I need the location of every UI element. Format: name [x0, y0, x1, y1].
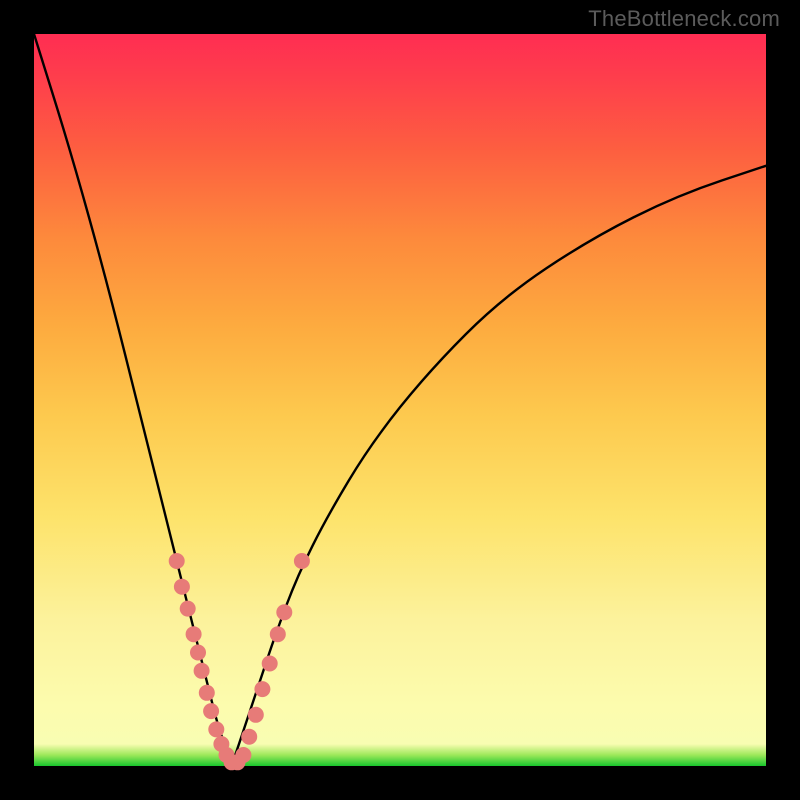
marker-dot [194, 663, 210, 679]
curve-group [34, 34, 766, 766]
marker-dot [294, 553, 310, 569]
marker-dot [180, 601, 196, 617]
marker-dot [199, 685, 215, 701]
marker-dot [186, 626, 202, 642]
marker-dot [262, 656, 278, 672]
chart-svg [34, 34, 766, 766]
marker-dot [248, 707, 264, 723]
watermark-text: TheBottleneck.com [588, 6, 780, 32]
marker-dot [169, 553, 185, 569]
curve-right-branch [232, 166, 766, 766]
chart-frame: TheBottleneck.com [0, 0, 800, 800]
marker-dot [208, 721, 224, 737]
marker-dot [276, 604, 292, 620]
marker-dot [241, 729, 257, 745]
marker-group [169, 553, 310, 770]
marker-dot [203, 703, 219, 719]
marker-dot [190, 645, 206, 661]
marker-dot [235, 747, 251, 763]
marker-dot [254, 681, 270, 697]
marker-dot [174, 579, 190, 595]
plot-area [34, 34, 766, 766]
marker-dot [270, 626, 286, 642]
